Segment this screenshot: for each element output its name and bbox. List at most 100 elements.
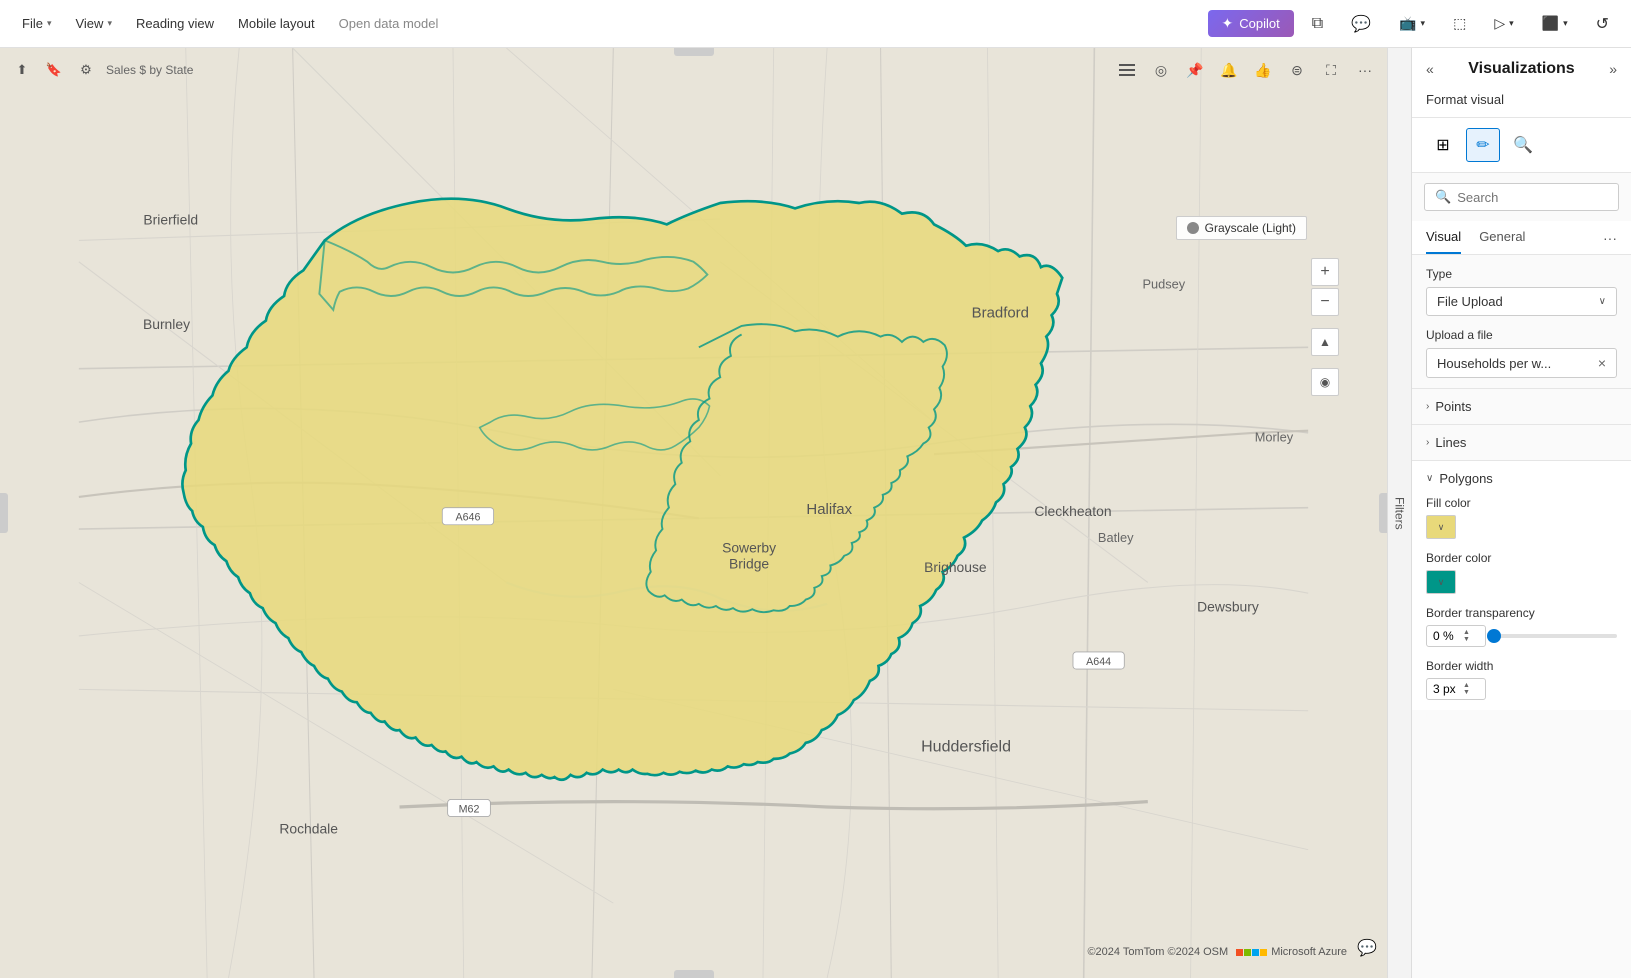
type-dropdown-chevron-icon: ∨: [1599, 296, 1606, 307]
azure-logo-squares: [1236, 949, 1267, 956]
grid-format-button[interactable]: ⊞: [1426, 128, 1460, 162]
resize-handle-bottom[interactable]: [674, 970, 714, 978]
compass-icon[interactable]: ▲: [1311, 328, 1339, 356]
border-width-down-arrow[interactable]: ▼: [1463, 689, 1470, 696]
format-icons-row: ⊞ ✏ 🔍: [1412, 118, 1631, 173]
expand-visual-icon-btn[interactable]: ⛶: [1317, 56, 1345, 84]
border-width-label: Border width: [1426, 659, 1617, 673]
comment-button[interactable]: 💬: [1341, 10, 1381, 38]
zoom-in-button[interactable]: +: [1311, 258, 1339, 286]
copilot-button[interactable]: ✦ Copilot: [1208, 10, 1294, 37]
view-menu[interactable]: View ▾: [65, 12, 121, 35]
svg-text:M62: M62: [459, 803, 480, 815]
visualizations-panel: « Visualizations » Format visual ⊞ ✏ 🔍 🔍: [1411, 48, 1631, 978]
type-dropdown[interactable]: File Upload ∨: [1426, 287, 1617, 316]
svg-text:A644: A644: [1086, 656, 1111, 668]
azure-sq-green: [1244, 949, 1251, 956]
lines-accordion-header[interactable]: › Lines: [1412, 425, 1631, 460]
mobile-layout-button[interactable]: Mobile layout: [228, 12, 325, 35]
file-menu-label: File: [22, 16, 43, 31]
focus-icon-btn[interactable]: ◎: [1147, 56, 1175, 84]
tab-general[interactable]: General: [1479, 221, 1525, 254]
share-icon: ⬚: [1453, 15, 1466, 32]
open-data-model-button[interactable]: Open data model: [329, 12, 449, 35]
grayscale-dot-icon: [1187, 222, 1199, 234]
save-icon: ⬛: [1542, 15, 1559, 32]
border-width-up-arrow[interactable]: ▲: [1463, 682, 1470, 689]
subscribe-button[interactable]: 📺 ▾: [1389, 11, 1435, 36]
transparency-input[interactable]: [1433, 629, 1463, 643]
map-area[interactable]: A646 A644 M62 Burnley Brierfield Bradfor…: [0, 48, 1387, 978]
comment-icon: 💬: [1351, 14, 1371, 34]
analytics-format-button[interactable]: 🔍: [1506, 128, 1540, 162]
polygons-title-row[interactable]: ∨ Polygons: [1426, 471, 1617, 486]
transparency-up-arrow[interactable]: ▲: [1463, 629, 1470, 636]
border-color-swatch[interactable]: ∨: [1426, 570, 1456, 594]
border-color-label: Border color: [1426, 551, 1617, 565]
upload-value: Households per w...: [1437, 356, 1551, 371]
save-chevron-icon: ▾: [1563, 18, 1568, 29]
fill-color-swatch[interactable]: ∨: [1426, 515, 1456, 539]
like-icon-btn[interactable]: 👍: [1249, 56, 1277, 84]
topbar: File ▾ View ▾ Reading view Mobile layout…: [0, 0, 1631, 48]
resize-handle-top[interactable]: [674, 48, 714, 56]
copilot-icon: ✦: [1222, 15, 1234, 32]
panel-collapse-button[interactable]: «: [1426, 61, 1434, 77]
panel-expand-button[interactable]: »: [1609, 61, 1617, 77]
map-svg: A646 A644 M62 Burnley Brierfield Bradfor…: [0, 48, 1387, 978]
border-width-input-wrap: ▲ ▼: [1426, 678, 1486, 700]
transparency-down-arrow[interactable]: ▼: [1463, 636, 1470, 643]
format-visual-header: Format visual: [1412, 86, 1631, 118]
bookmark-icon-btn[interactable]: 🔖: [40, 56, 68, 84]
upload-field[interactable]: Households per w... ×: [1426, 348, 1617, 378]
filters-strip[interactable]: Filters: [1387, 48, 1411, 978]
pin-icon-btn[interactable]: 📌: [1181, 56, 1209, 84]
resize-handle-right[interactable]: [1379, 493, 1387, 533]
border-color-chevron-icon: ∨: [1438, 577, 1445, 588]
save-button[interactable]: ⬛ ▾: [1532, 11, 1578, 36]
map-toolbar: ⬆ 🔖 ⚙ Sales $ by State ◎ 📌 🔔 👍 ⊜ ⛶ ···: [8, 56, 1379, 84]
filter-visual-icon-btn[interactable]: ⊜: [1283, 56, 1311, 84]
search-box[interactable]: 🔍: [1424, 183, 1619, 211]
border-width-input[interactable]: [1433, 682, 1463, 696]
view-chevron-icon: ▾: [107, 18, 112, 29]
tab-visual[interactable]: Visual: [1426, 221, 1461, 254]
svg-text:Brighouse: Brighouse: [924, 559, 987, 575]
search-input[interactable]: [1457, 190, 1608, 205]
zoom-out-button[interactable]: −: [1311, 288, 1339, 316]
upload-icon-btn[interactable]: ⬆: [8, 56, 36, 84]
border-transparency-row: ▲ ▼: [1426, 625, 1617, 647]
settings-icon-btn[interactable]: ⚙: [72, 56, 100, 84]
location-icon[interactable]: ◉: [1311, 368, 1339, 396]
panel-tabs: Visual General ···: [1412, 221, 1631, 255]
refresh-button[interactable]: ↺: [1586, 10, 1619, 38]
polygons-title: Polygons: [1439, 471, 1492, 486]
visual-format-button[interactable]: ✏: [1466, 128, 1500, 162]
points-accordion-header[interactable]: › Points: [1412, 389, 1631, 424]
resize-handle-left[interactable]: [0, 493, 8, 533]
presentation-button[interactable]: ▷ ▾: [1484, 11, 1523, 36]
transparency-slider[interactable]: [1494, 634, 1617, 638]
more-options-icon-btn[interactable]: ···: [1351, 56, 1379, 84]
transparency-slider-thumb[interactable]: [1487, 629, 1501, 643]
azure-sq-red: [1236, 949, 1243, 956]
border-transparency-label: Border transparency: [1426, 606, 1617, 620]
upload-label: Upload a file: [1426, 328, 1617, 342]
file-menu[interactable]: File ▾: [12, 12, 61, 35]
bell-icon-btn[interactable]: 🔔: [1215, 56, 1243, 84]
map-toolbar-right: ◎ 📌 🔔 👍 ⊜ ⛶ ···: [1113, 56, 1379, 84]
map-chat-icon[interactable]: 💬: [1357, 938, 1377, 958]
azure-sq-blue: [1252, 949, 1259, 956]
tab-more-button[interactable]: ···: [1603, 230, 1617, 246]
svg-text:Morley: Morley: [1255, 429, 1294, 444]
azure-sq-yellow: [1260, 949, 1267, 956]
transparency-arrows: ▲ ▼: [1463, 629, 1470, 643]
binoculars-button[interactable]: ⧉: [1302, 11, 1333, 37]
hamburger-menu-icon[interactable]: [1113, 58, 1141, 82]
reading-view-button[interactable]: Reading view: [126, 12, 224, 35]
paint-brush-icon: ✏: [1476, 135, 1489, 155]
tomtom-osm-attribution: ©2024 TomTom ©2024 OSM: [1087, 946, 1228, 958]
share-button[interactable]: ⬚: [1443, 11, 1476, 36]
upload-clear-button[interactable]: ×: [1598, 355, 1606, 371]
svg-text:Pudsey: Pudsey: [1142, 277, 1185, 292]
